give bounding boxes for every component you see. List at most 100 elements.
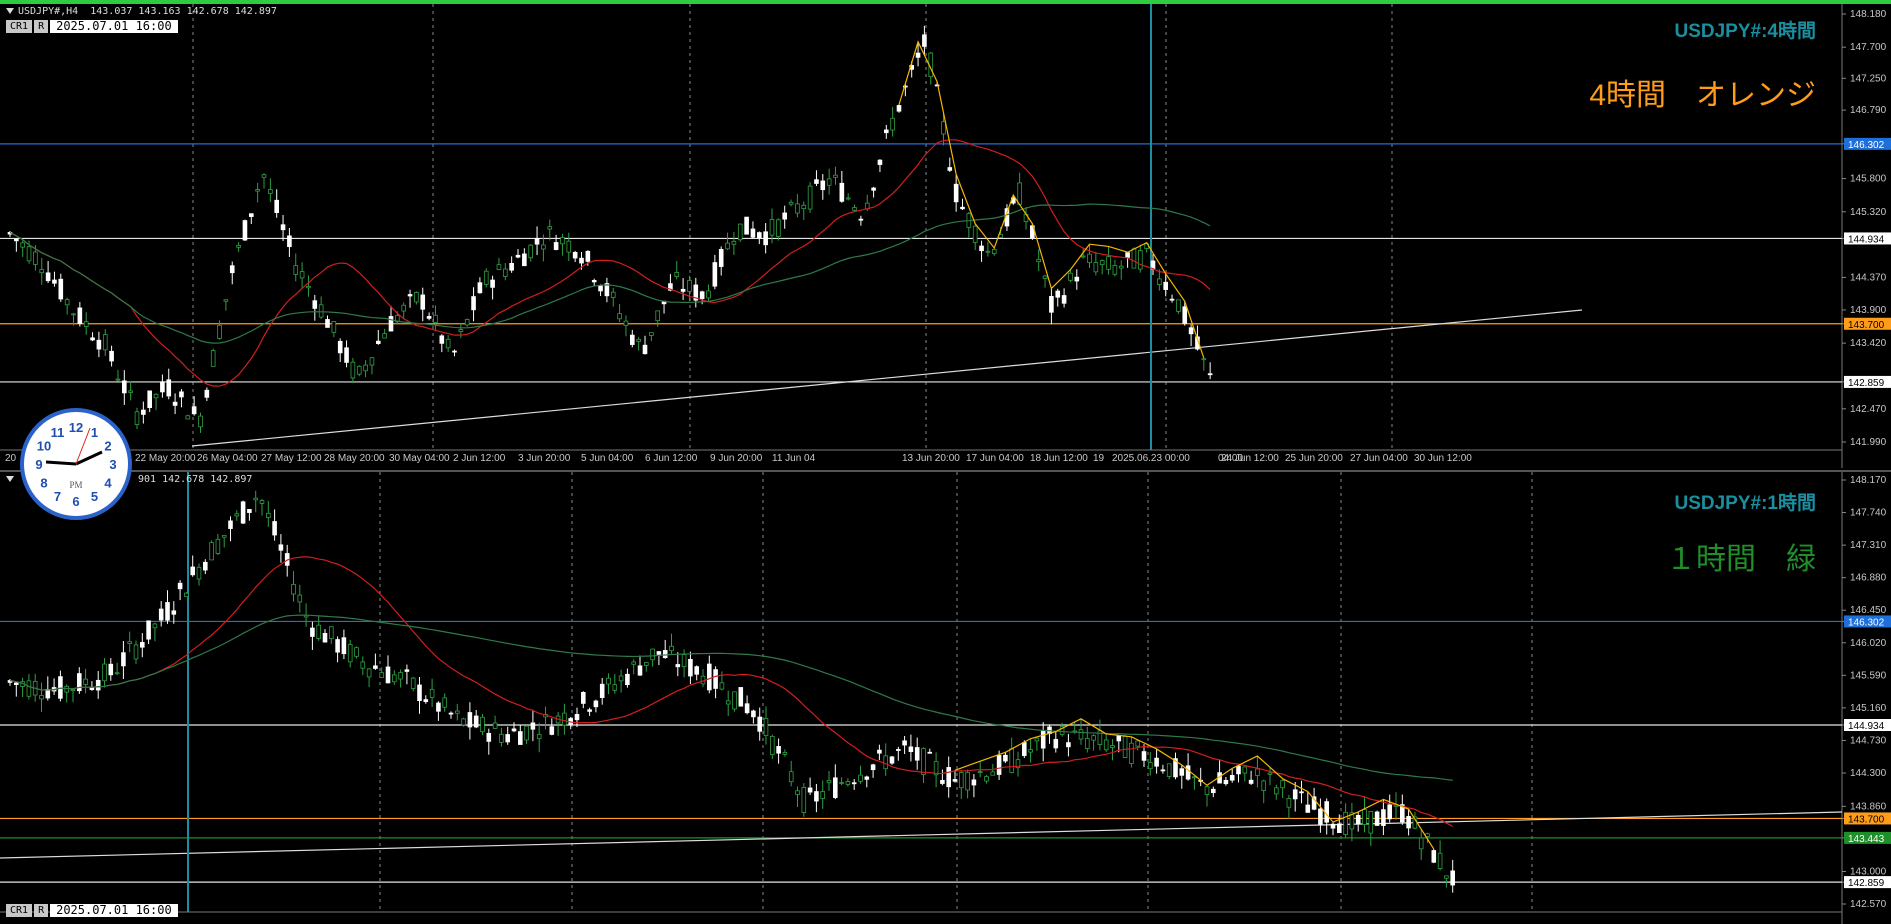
candle-body [833, 777, 838, 798]
h1-symbol-title: USDJPY#:1時間 [1674, 493, 1817, 514]
candle-body [528, 244, 534, 259]
candle-body [312, 300, 318, 309]
r-badge[interactable]: R [34, 904, 49, 917]
candle-body [366, 668, 372, 678]
candle-body [477, 282, 483, 294]
candle-body [165, 602, 170, 621]
y-tick-label: 143.900 [1850, 305, 1887, 316]
candle-body [1091, 735, 1096, 741]
candle-body [921, 748, 926, 775]
candle-body [1418, 837, 1424, 850]
candle-body [623, 320, 629, 326]
candle-body [490, 279, 495, 288]
price-tag-label: 142.859 [1848, 878, 1885, 889]
x-tick-label: 24 Jun 12:00 [1221, 453, 1279, 464]
price-tag-label: 143.700 [1848, 320, 1885, 331]
h1-chart-pane[interactable]: 148.170 147.740 147.310 146.880 146.450146.3… [0, 470, 1891, 924]
price-tag-label: 144.934 [1848, 721, 1885, 732]
candle-body [731, 240, 737, 245]
x-tick-label: 13 Jun 20:00 [902, 453, 960, 464]
candle-body [1099, 260, 1105, 266]
candle-body [401, 304, 407, 312]
clock-face-icon: 12 12 3 45678 9 1011 PM [35, 420, 116, 509]
y-tick-label: 142.470 [1850, 404, 1887, 415]
candle-body [845, 781, 851, 785]
candle-body [1061, 295, 1067, 304]
candle-body [95, 679, 101, 691]
candle-body [972, 225, 978, 243]
h4-label: 4時間 オレンジ [1589, 79, 1816, 112]
cr-badge[interactable]: CR1 [6, 20, 33, 33]
price-tag-label: 146.302 [1848, 617, 1885, 628]
y-tick-label: 144.730 [1850, 735, 1887, 746]
candle-body [713, 669, 718, 689]
candle-body [71, 313, 76, 316]
candle-body [996, 755, 1002, 775]
candle-body [725, 700, 731, 705]
candle-body [322, 633, 328, 643]
red-moving-average [9, 139, 1211, 387]
candle-body [1036, 258, 1042, 263]
candle-body [96, 339, 102, 350]
candle-body [1188, 327, 1194, 335]
candle-body [572, 252, 578, 259]
candle-body [763, 717, 769, 736]
candle-body [851, 782, 857, 785]
candle-body [971, 779, 977, 786]
candle-body [14, 238, 19, 242]
candle-body [442, 697, 447, 708]
candle-body [675, 664, 681, 668]
candle-body [316, 624, 321, 639]
candle-body [379, 672, 384, 678]
candle-body [718, 248, 724, 267]
r-badge[interactable]: R [34, 20, 49, 33]
clock-ampm: PM [69, 480, 82, 490]
candle-body [203, 561, 208, 571]
candle-body [278, 544, 284, 551]
candle-body [541, 244, 546, 250]
candle-body [385, 666, 391, 684]
y-tick-label: 145.590 [1850, 670, 1887, 681]
candle-body [153, 393, 159, 399]
analog-clock: 12 1 2 3 4 5 6 7 8 9 10 11 PM [20, 408, 132, 520]
candle-body [959, 772, 964, 789]
candle-body [795, 790, 800, 795]
candle-body [172, 401, 178, 406]
candle-body [1362, 809, 1367, 825]
candle-body [210, 350, 216, 367]
candle-body [1078, 729, 1084, 740]
candle-body [725, 242, 730, 250]
candle-body [414, 292, 419, 303]
candle-body [712, 262, 718, 287]
candle-body [318, 304, 324, 318]
candle-body [1106, 256, 1111, 270]
candle-body [127, 641, 132, 644]
datetime-box: 2025.07.01 16:00 [50, 20, 178, 33]
candle-body [776, 219, 781, 237]
candle-body [914, 747, 920, 761]
candle-body [839, 782, 844, 784]
candle-body [536, 733, 542, 740]
h1-chart-canvas[interactable]: 148.170 147.740 147.310 146.880 146.450146.3… [0, 472, 1891, 924]
x-tick-label: 26 May 04:00 [197, 453, 258, 464]
h4-chart-pane[interactable]: 148.180 147.700 147.250 146.790 146.302 145.8… [0, 0, 1891, 468]
clock-numeral: 6 [72, 494, 79, 509]
collapse-triangle-icon[interactable] [6, 476, 14, 482]
candle-body [166, 379, 172, 397]
candle-body [1337, 823, 1342, 834]
candle-body [407, 294, 413, 297]
candle-body [979, 245, 984, 252]
candle-body [228, 520, 233, 529]
candle-body [128, 390, 133, 393]
candle-body [807, 185, 813, 210]
clock-numeral: 2 [104, 439, 111, 454]
candle-body [1042, 275, 1048, 279]
cr-badge[interactable]: CR1 [6, 904, 33, 917]
candle-body [782, 212, 788, 220]
candle-body [1166, 763, 1172, 777]
candle-body [642, 344, 648, 355]
candle-body [629, 334, 635, 345]
candle-body [795, 203, 800, 214]
collapse-triangle-icon[interactable] [6, 8, 14, 14]
x-tick-label: 30 May 04:00 [389, 453, 450, 464]
